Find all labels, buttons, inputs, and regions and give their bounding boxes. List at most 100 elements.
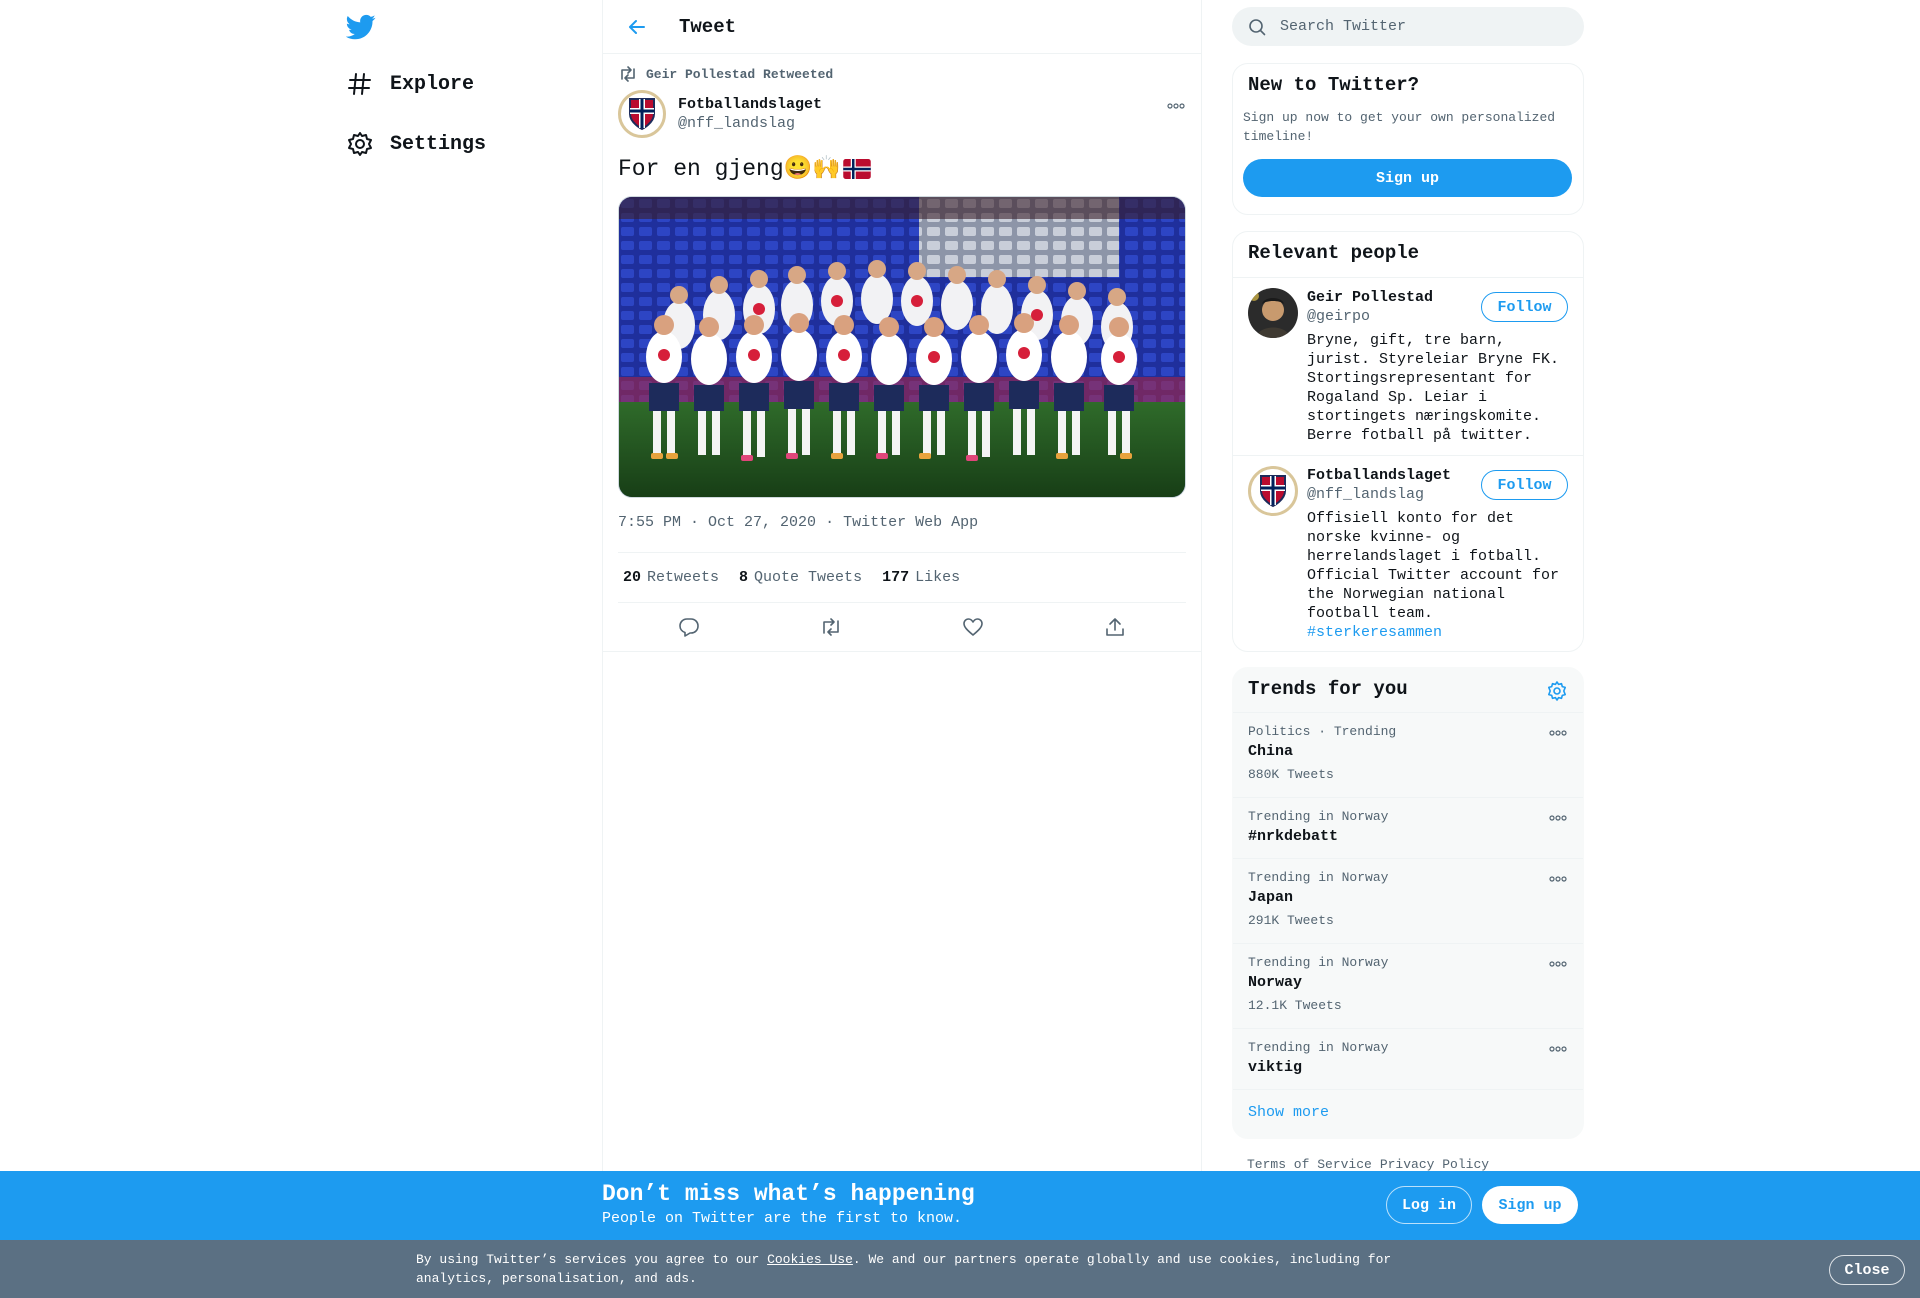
reply-icon[interactable] [671, 609, 707, 645]
trend-item[interactable]: Politics · Trending China 880K Tweets [1233, 713, 1583, 798]
follow-button-geirpo[interactable]: Follow [1481, 292, 1568, 322]
nav-item-explore[interactable]: Explore [346, 64, 474, 104]
trend-context: Trending in Norway [1248, 809, 1389, 824]
trend-item[interactable]: Trending in Norway Norway 12.1K Tweets [1233, 944, 1583, 1029]
trends-card: Trends for you Politics · Trending China… [1232, 667, 1584, 1139]
tweet: Geir Pollestad Retweeted Fotballandslage… [603, 64, 1201, 652]
new-to-twitter-title: New to Twitter? [1248, 74, 1420, 96]
tweet-actions [618, 603, 1186, 651]
more-options-icon[interactable] [1548, 725, 1568, 741]
hashtag-link[interactable]: #sterkeresammen [1307, 624, 1442, 641]
privacy-link[interactable]: Privacy Policy [1380, 1157, 1489, 1172]
more-options-icon[interactable] [1548, 1041, 1568, 1057]
author-handle[interactable]: @nff_landslag [678, 114, 822, 133]
tweet-text: For en gjeng😀🙌 [618, 154, 1186, 184]
trend-name: Norway [1248, 974, 1303, 991]
tweet-text-content: For en gjeng😀🙌 [618, 156, 841, 182]
trends-header: Trends for you [1233, 668, 1583, 713]
nff-crest-icon [629, 98, 655, 131]
nav-label-settings: Settings [390, 132, 487, 156]
gear-icon [346, 130, 374, 158]
nav-item-settings[interactable]: Settings [346, 124, 486, 164]
retweet-action-icon[interactable] [813, 609, 849, 645]
trend-name: #nrkdebatt [1248, 828, 1339, 845]
share-icon[interactable] [1097, 609, 1133, 645]
likes-label: Likes [915, 569, 961, 586]
tweet-meta: 7:55 PM · Oct 27, 2020 · Twitter Web App [618, 514, 1186, 536]
norway-flag-icon [843, 159, 871, 179]
trend-context: Trending in Norway [1248, 870, 1389, 885]
search-icon [1248, 18, 1266, 36]
author-name[interactable]: Fotballandslaget [678, 95, 822, 114]
trends-settings-gear-icon[interactable] [1546, 680, 1568, 702]
divider [603, 651, 1201, 652]
banner-title: Don’t miss what’s happening [602, 1181, 975, 1207]
meta-separator: · [825, 514, 835, 531]
retweet-icon [618, 64, 638, 84]
trend-context: Trending in Norway [1248, 1040, 1389, 1055]
person-geirpo[interactable]: Geir Pollestad @geirpo Bryne, gift, tre … [1233, 278, 1583, 455]
retweets-count: 20 [623, 569, 642, 586]
avatar[interactable] [618, 90, 666, 138]
cookie-close-button[interactable]: Close [1829, 1255, 1905, 1285]
retweets-stat[interactable]: 20 Retweets [623, 569, 719, 586]
person-nff-landslag[interactable]: Fotballandslaget @nff_landslag Offisiell… [1233, 455, 1583, 652]
tweet-client[interactable]: Twitter Web App [843, 514, 978, 531]
nav-label-explore: Explore [390, 72, 475, 96]
cookie-prefix: By using Twitter’s services you agree to… [416, 1252, 768, 1267]
trend-count: 291K Tweets [1248, 913, 1334, 928]
cookie-bar: By using Twitter’s services you agree to… [0, 1240, 1920, 1298]
banner-signup-button[interactable]: Sign up [1482, 1186, 1578, 1224]
trend-item[interactable]: Trending in Norway #nrkdebatt [1233, 798, 1583, 859]
team-photo-image [619, 197, 1185, 497]
signup-banner: Don’t miss what’s happening People on Tw… [0, 1171, 1920, 1240]
terms-link[interactable]: Terms of Service [1247, 1157, 1372, 1172]
quotes-count: 8 [739, 569, 749, 586]
sidebar-signup-button[interactable]: Sign up [1243, 159, 1572, 197]
trend-name: China [1248, 743, 1294, 760]
more-options-icon[interactable] [1166, 98, 1186, 114]
follow-button-nff-landslag[interactable]: Follow [1481, 470, 1568, 500]
tweet-author: Fotballandslaget @nff_landslag [618, 88, 1186, 140]
person-bio: Bryne, gift, tre barn, jurist. Styreleia… [1307, 332, 1560, 444]
avatar[interactable] [1248, 466, 1298, 516]
more-options-icon[interactable] [1548, 956, 1568, 972]
new-to-twitter-subtitle: Sign up now to get your own personalized… [1243, 110, 1556, 144]
relevant-people-header: Relevant people [1233, 232, 1583, 278]
relevant-people-title: Relevant people [1248, 242, 1420, 264]
cookies-use-link[interactable]: Cookies Use [767, 1252, 853, 1267]
retweet-context[interactable]: Geir Pollestad Retweeted [618, 64, 1186, 84]
tweet-photo[interactable] [618, 196, 1186, 498]
person-bio-text: Offisiell konto for det norske kvinne- o… [1307, 510, 1560, 622]
show-more-link[interactable]: Show more [1233, 1090, 1583, 1135]
search-box[interactable] [1232, 7, 1584, 46]
trend-name: viktig [1248, 1059, 1303, 1076]
quote-tweets-stat[interactable]: 8 Quote Tweets [739, 569, 862, 586]
likes-count: 177 [882, 569, 910, 586]
nff-crest-icon [1260, 475, 1286, 508]
like-icon[interactable] [955, 609, 991, 645]
avatar[interactable] [1248, 288, 1298, 338]
trend-item[interactable]: Trending in Norway viktig [1233, 1029, 1583, 1090]
cookie-text: By using Twitter’s services you agree to… [416, 1250, 1416, 1288]
trend-count: 12.1K Tweets [1248, 998, 1342, 1013]
trend-name: Japan [1248, 889, 1294, 906]
main-column: Tweet Geir Pollestad Retweeted Fotballan… [602, 0, 1202, 1298]
tweet-timestamp[interactable]: 7:55 PM · Oct 27, 2020 [618, 514, 816, 531]
login-button[interactable]: Log in [1386, 1186, 1472, 1224]
twitter-bird-icon[interactable] [346, 12, 376, 42]
banner-subtitle: People on Twitter are the first to know. [602, 1210, 963, 1227]
page-title: Tweet [679, 15, 737, 38]
more-options-icon[interactable] [1548, 810, 1568, 826]
trend-item[interactable]: Trending in Norway Japan 291K Tweets [1233, 859, 1583, 944]
hashtag-icon [346, 70, 374, 98]
search-input[interactable] [1280, 18, 1560, 35]
more-options-icon[interactable] [1548, 871, 1568, 887]
trend-count: 880K Tweets [1248, 767, 1334, 782]
likes-stat[interactable]: 177 Likes [882, 569, 960, 586]
retweet-context-label: Geir Pollestad Retweeted [646, 66, 834, 82]
tweet-stats: 20 Retweets 8 Quote Tweets 177 Likes [618, 553, 1186, 602]
back-arrow-icon[interactable] [623, 13, 651, 41]
retweets-label: Retweets [647, 569, 720, 586]
trends-title: Trends for you [1248, 678, 1408, 700]
